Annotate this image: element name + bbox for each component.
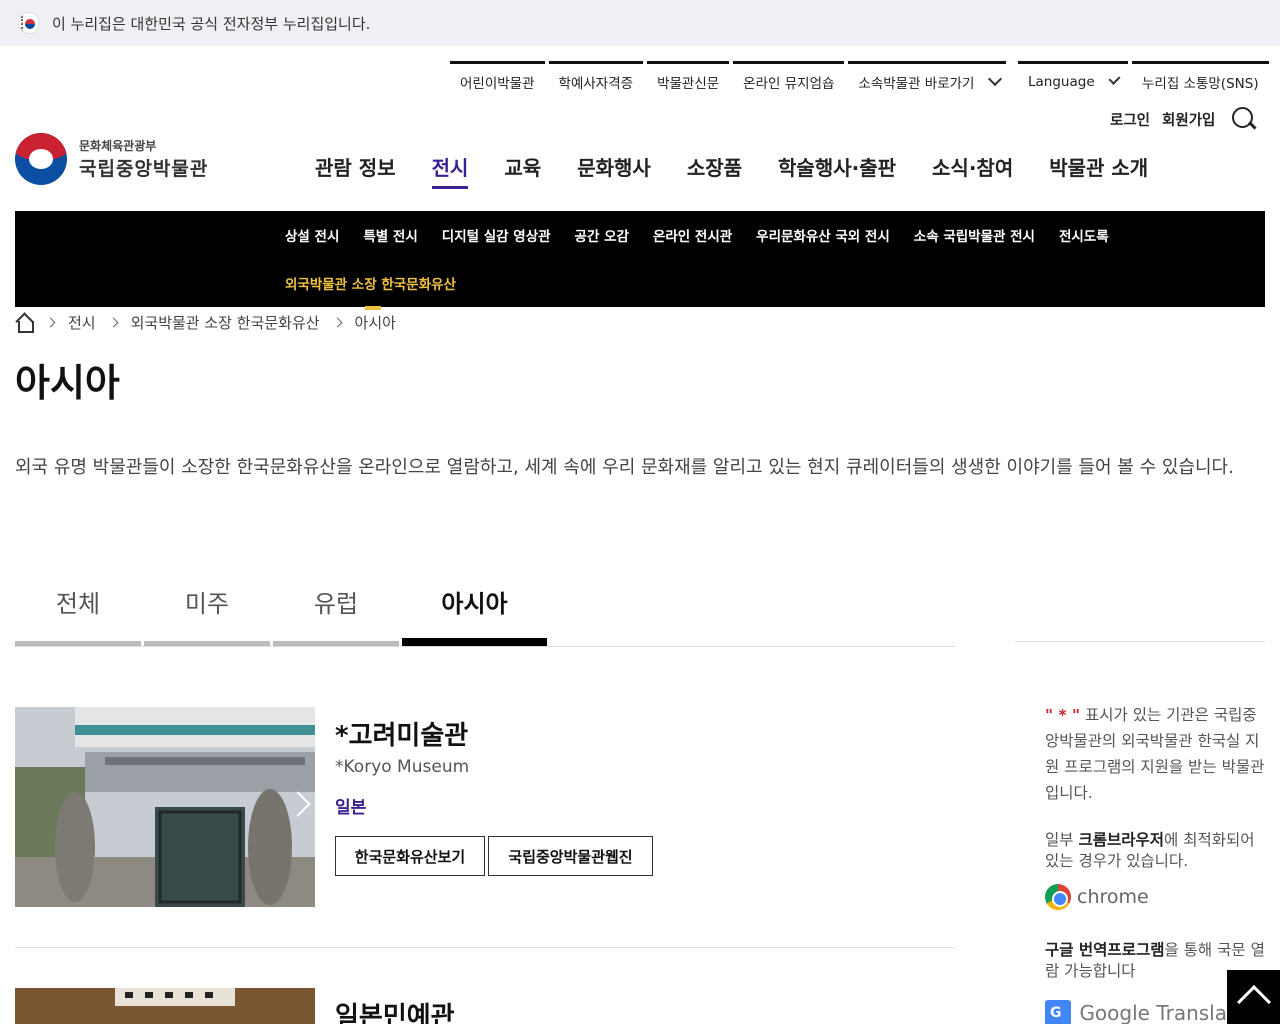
- google-translate-icon: G: [1045, 1000, 1072, 1024]
- museum-title[interactable]: 일본민예관: [335, 996, 455, 1024]
- museum-title[interactable]: *고려미술관: [335, 715, 468, 752]
- search-icon[interactable]: [1231, 106, 1257, 132]
- utility-nav: 어린이박물관 학예사자격증 박물관신문 온라인 뮤지엄숍 소속박물관 바로가기: [450, 61, 1010, 99]
- gnb-academic[interactable]: 학술행사·출판: [778, 152, 896, 187]
- korea-flag-icon: [18, 12, 40, 34]
- tab-asia[interactable]: 아시아: [402, 570, 547, 646]
- chevron-right-icon: [108, 317, 119, 328]
- asterisk-mark: " * ": [1045, 706, 1081, 724]
- breadcrumb-item[interactable]: 외국박물관 소장 한국문화유산: [131, 312, 320, 333]
- view-heritage-button[interactable]: 한국문화유산보기: [335, 836, 485, 876]
- breadcrumb-item[interactable]: 전시: [68, 312, 96, 333]
- submenu-special[interactable]: 특별 전시: [363, 225, 417, 245]
- gnb-events[interactable]: 문화행사: [577, 152, 651, 187]
- util-link-kids-museum[interactable]: 어린이박물관: [450, 61, 545, 99]
- gnb-about[interactable]: 박물관 소개: [1049, 152, 1148, 187]
- aside-note: " * " 표시가 있는 기관은 국립중앙박물관의 외국박물관 한국실 지원 프…: [1045, 702, 1265, 806]
- signup-link[interactable]: 회원가입: [1162, 109, 1215, 130]
- museum-thumbnail[interactable]: [15, 988, 315, 1024]
- account-links: 로그인 회원가입: [1110, 106, 1257, 132]
- util-link-shop[interactable]: 온라인 뮤지엄숍: [733, 61, 845, 99]
- submenu-catalog[interactable]: 전시도록: [1059, 225, 1109, 245]
- submenu-online[interactable]: 온라인 전시관: [653, 225, 732, 245]
- breadcrumb-current: 아시아: [354, 314, 396, 332]
- tab-europe[interactable]: 유럽: [273, 570, 399, 646]
- submenu-affiliated[interactable]: 소속 국립박물관 전시: [914, 225, 1035, 245]
- chevron-down-icon: [988, 71, 1003, 87]
- emblem-icon: [15, 133, 67, 185]
- gov-banner-text: 이 누리집은 대한민국 공식 전자정부 누리집입니다.: [52, 14, 371, 33]
- home-icon[interactable]: [15, 314, 34, 333]
- logo-ministry: 문화체육관광부: [79, 139, 157, 153]
- login-link[interactable]: 로그인: [1110, 109, 1150, 130]
- museum-list-item: *고려미술관 *Koryo Museum 일본 한국문화유산보기 국립중앙박물관…: [15, 707, 955, 907]
- site-logo[interactable]: 문화체육관광부 국립중앙박물관: [15, 133, 208, 185]
- museum-photo: [15, 988, 315, 1024]
- region-tabs: 전체 미주 유럽 아시아: [15, 570, 955, 647]
- breadcrumb: 전시 외국박물관 소장 한국문화유산 아시아: [15, 312, 396, 333]
- submenu-foreign-korean-heritage[interactable]: 외국박물관 소장 한국문화유산: [285, 273, 456, 310]
- gnb-news[interactable]: 소식·참여: [932, 152, 1013, 187]
- chevron-right-icon: [332, 317, 342, 328]
- utility-nav-right: Language 누리집 소통망(SNS): [1018, 61, 1273, 99]
- aside-divider: [1015, 641, 1265, 642]
- museum-thumbnail[interactable]: [15, 707, 315, 907]
- tab-all[interactable]: 전체: [15, 570, 141, 646]
- gnb-visit-info[interactable]: 관람 정보: [315, 152, 396, 187]
- translate-note-bold: 구글 번역프로그램: [1045, 941, 1165, 959]
- page-title: 아시아: [15, 361, 120, 405]
- tab-americas[interactable]: 미주: [144, 570, 270, 646]
- gnb-exhibition[interactable]: 전시: [431, 152, 468, 189]
- main-nav: 관람 정보 전시 교육 문화행사 소장품 학술행사·출판 소식·참여 박물관 소…: [315, 152, 1184, 189]
- language-dropdown[interactable]: Language: [1018, 61, 1128, 99]
- submenu-digital[interactable]: 디지털 실감 영상관: [442, 225, 551, 245]
- chrome-icon: [1045, 884, 1071, 910]
- submenu-space[interactable]: 공간 오감: [575, 225, 629, 245]
- util-link-newspaper[interactable]: 박물관신문: [647, 61, 730, 99]
- scroll-to-top-button[interactable]: [1227, 970, 1280, 1024]
- chevron-right-icon: [45, 317, 56, 328]
- google-translate-label: Google Transla: [1079, 1001, 1227, 1024]
- chevron-down-icon: [1108, 72, 1121, 86]
- aside-browser-note: 일부 크롬브라우저에 최적화되어 있는 경우가 있습니다.: [1045, 830, 1265, 872]
- browser-note-prefix: 일부: [1045, 831, 1079, 849]
- logo-name: 국립중앙박물관: [79, 158, 209, 180]
- browser-note-bold: 크롬브라우저: [1078, 831, 1165, 849]
- museum-subtitle: *Koryo Museum: [335, 757, 470, 777]
- chrome-logo[interactable]: chrome: [1045, 884, 1265, 910]
- gnb-education[interactable]: 교육: [504, 152, 541, 187]
- museum-country: 일본: [335, 798, 367, 818]
- affiliated-museums-dropdown[interactable]: 소속박물관 바로가기: [848, 61, 1007, 99]
- sns-link[interactable]: 누리집 소통망(SNS): [1132, 61, 1269, 99]
- chrome-label: chrome: [1077, 886, 1149, 908]
- gov-banner: 이 누리집은 대한민국 공식 전자정부 누리집입니다.: [0, 0, 1280, 46]
- google-translate-logo[interactable]: G Google Transla: [1045, 1000, 1227, 1024]
- webzine-button[interactable]: 국립중앙박물관웹진: [488, 836, 653, 876]
- util-link-curator-cert[interactable]: 학예사자격증: [548, 61, 644, 99]
- affiliated-museums-label: 소속박물관 바로가기: [858, 75, 975, 92]
- submenu-permanent[interactable]: 상설 전시: [285, 225, 339, 245]
- list-divider: [15, 947, 955, 948]
- gnb-collection[interactable]: 소장품: [687, 152, 742, 187]
- museum-list-item: 일본민예관: [15, 988, 955, 1024]
- page-intro: 외국 유명 박물관들이 소장한 한국문화유산을 온라인으로 열람하고, 세계 속…: [15, 457, 1234, 478]
- submenu-overseas[interactable]: 우리문화유산 국외 전시: [756, 225, 890, 245]
- exhibition-submenu: 상설 전시 특별 전시 디지털 실감 영상관 공간 오감 온라인 전시관 우리문…: [15, 211, 1265, 310]
- museum-photo: [15, 707, 315, 907]
- chevron-up-icon: [1237, 985, 1271, 1019]
- language-label: Language: [1028, 73, 1095, 90]
